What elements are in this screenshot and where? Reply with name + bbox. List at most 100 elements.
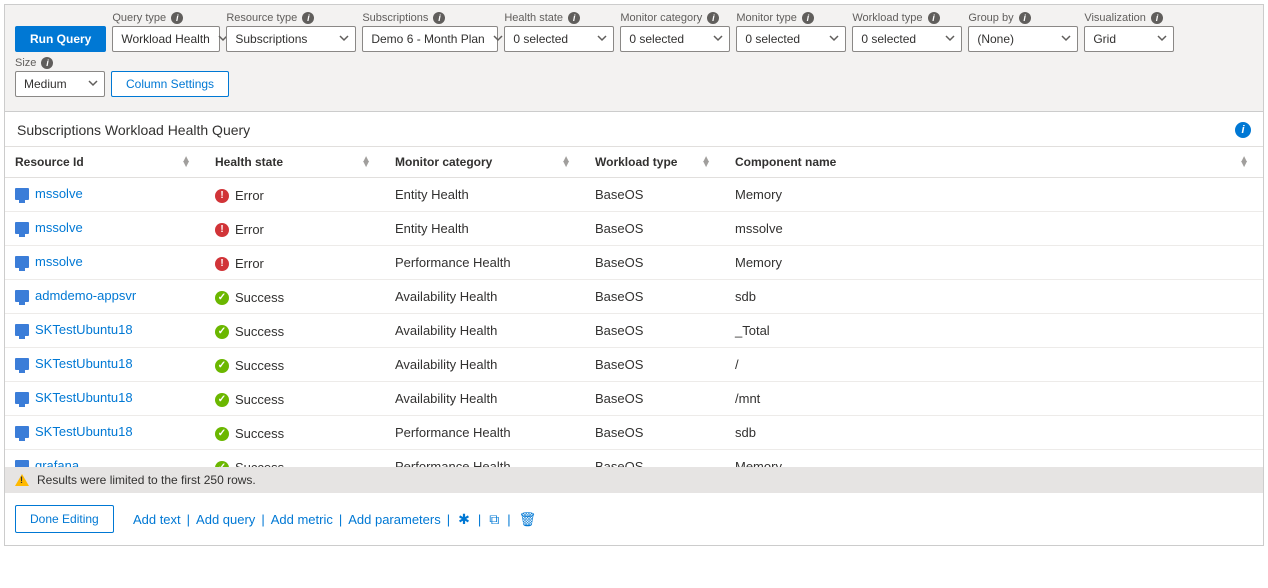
status-icon: ! [215,257,229,271]
monitor-type-label: Monitor type i [736,12,846,24]
component-name-cell: mssolve [725,212,1263,246]
monitor-category-cell: Entity Health [385,212,585,246]
chevron-down-icon [945,32,955,46]
status-text: Success [235,324,284,339]
workload-type-cell: BaseOS [585,348,725,382]
col-workload-type[interactable]: Workload type ▲▼ [585,147,725,178]
status-icon: ✓ [215,427,229,441]
sort-icon: ▲▼ [1239,157,1249,167]
chevron-down-icon [1061,32,1071,46]
monitor-category-cell: Performance Health [385,450,585,468]
col-component-name[interactable]: Component name ▲▼ [725,147,1263,178]
status-icon: ✓ [215,359,229,373]
vm-icon [15,460,29,467]
resource-link[interactable]: mssolve [35,254,83,269]
col-health-state[interactable]: Health state ▲▼ [205,147,385,178]
resource-type-select[interactable]: Subscriptions [226,26,356,52]
monitor-type-select[interactable]: 0 selected [736,26,846,52]
delete-icon[interactable]: 🗑 [517,511,539,528]
vm-icon [15,256,29,268]
status-text: Success [235,426,284,441]
status-icon: ! [215,223,229,237]
component-name-cell: Memory [725,450,1263,468]
info-icon[interactable]: i [1019,12,1031,24]
info-icon[interactable]: i [1235,122,1251,138]
chevron-down-icon [493,32,503,46]
resource-link[interactable]: mssolve [35,186,83,201]
monitor-category-cell: Availability Health [385,314,585,348]
query-title: Subscriptions Workload Health Query [17,122,250,138]
info-icon[interactable]: i [302,12,314,24]
status-icon: ✓ [215,291,229,305]
col-resource-id[interactable]: Resource Id ▲▼ [5,147,205,178]
table-row[interactable]: admdemo-appsvr✓SuccessAvailability Healt… [5,280,1263,314]
resource-link[interactable]: admdemo-appsvr [35,288,136,303]
resource-type-label: Resource type i [226,12,356,24]
table-row[interactable]: SKTestUbuntu18 ✓ Success Availability Healt… [5,314,1263,348]
status-text: Error [235,222,264,237]
vm-icon [15,188,29,200]
editor-footer: Done Editing Add text | Add query | Add … [5,493,1263,545]
vm-icon [15,222,29,234]
info-icon[interactable]: i [568,12,580,24]
subscriptions-select[interactable]: Demo 6 - Month Plan [362,26,498,52]
health-state-select[interactable]: 0 selected [504,26,614,52]
group-by-select[interactable]: (None) [968,26,1078,52]
info-icon[interactable]: i [802,12,814,24]
column-settings-button[interactable]: Column Settings [111,71,229,97]
vm-icon [15,324,29,336]
col-monitor-category[interactable]: Monitor category ▲▼ [385,147,585,178]
resource-link[interactable]: SKTestUbuntu18 [35,356,133,371]
warning-text: Results were limited to the first 250 ro… [37,473,256,487]
results-limit-warning: Results were limited to the first 250 ro… [5,467,1263,493]
workload-type-label: Workload type i [852,12,962,24]
add-query-link[interactable]: Add query [196,512,255,527]
resource-link[interactable]: grafana [35,458,79,467]
chevron-down-icon [713,32,723,46]
visualization-select[interactable]: Grid [1084,26,1174,52]
monitor-category-select[interactable]: 0 selected [620,26,730,52]
table-row[interactable]: mssolve!ErrorEntity HealthBaseOSMemory [5,178,1263,212]
chevron-down-icon [1157,32,1167,46]
info-icon[interactable]: i [928,12,940,24]
resource-link[interactable]: SKTestUbuntu18 [35,390,133,405]
info-icon[interactable]: i [707,12,719,24]
component-name-cell: /mnt [725,382,1263,416]
query-type-select[interactable]: Workload Health [112,26,220,52]
status-text: Error [235,188,264,203]
chevron-down-icon [339,32,349,46]
add-metric-link[interactable]: Add metric [271,512,333,527]
workload-type-cell: BaseOS [585,212,725,246]
add-text-link[interactable]: Add text [133,512,181,527]
info-icon[interactable]: i [1151,12,1163,24]
sort-icon: ▲▼ [561,157,571,167]
add-parameters-link[interactable]: Add parameters [348,512,441,527]
status-icon: ✓ [215,461,229,468]
column-settings-label: Column Settings [126,77,214,91]
table-row[interactable]: grafana✓SuccessPerformance HealthBaseOSM… [5,450,1263,468]
resource-link[interactable]: SKTestUbuntu18 [35,322,133,337]
workload-type-cell: BaseOS [585,382,725,416]
status-icon: ✓ [215,325,229,339]
resource-link[interactable]: SKTestUbuntu18 [35,424,133,439]
run-query-button[interactable]: Run Query [15,26,106,52]
settings-icon[interactable]: ✱ [456,511,472,528]
done-editing-button[interactable]: Done Editing [15,505,114,533]
workload-type-select[interactable]: 0 selected [852,26,962,52]
table-row[interactable]: SKTestUbuntu18✓SuccessPerformance Health… [5,416,1263,450]
info-icon[interactable]: i [41,57,53,69]
info-icon[interactable]: i [171,12,183,24]
vm-icon [15,358,29,370]
table-row[interactable]: SKTestUbuntu18✓SuccessAvailability Healt… [5,348,1263,382]
vm-icon [15,290,29,302]
monitor-category-cell: Performance Health [385,246,585,280]
copy-icon[interactable]: ⧉ [487,511,501,528]
size-select[interactable]: Medium [15,71,105,97]
resource-link[interactable]: mssolve [35,220,83,235]
table-row[interactable]: mssolve!ErrorPerformance HealthBaseOSMem… [5,246,1263,280]
info-icon[interactable]: i [433,12,445,24]
table-row[interactable]: mssolve!ErrorEntity HealthBaseOSmssolve [5,212,1263,246]
group-by-label: Group by i [968,12,1078,24]
sort-icon: ▲▼ [361,157,371,167]
table-row[interactable]: SKTestUbuntu18✓SuccessAvailability Healt… [5,382,1263,416]
